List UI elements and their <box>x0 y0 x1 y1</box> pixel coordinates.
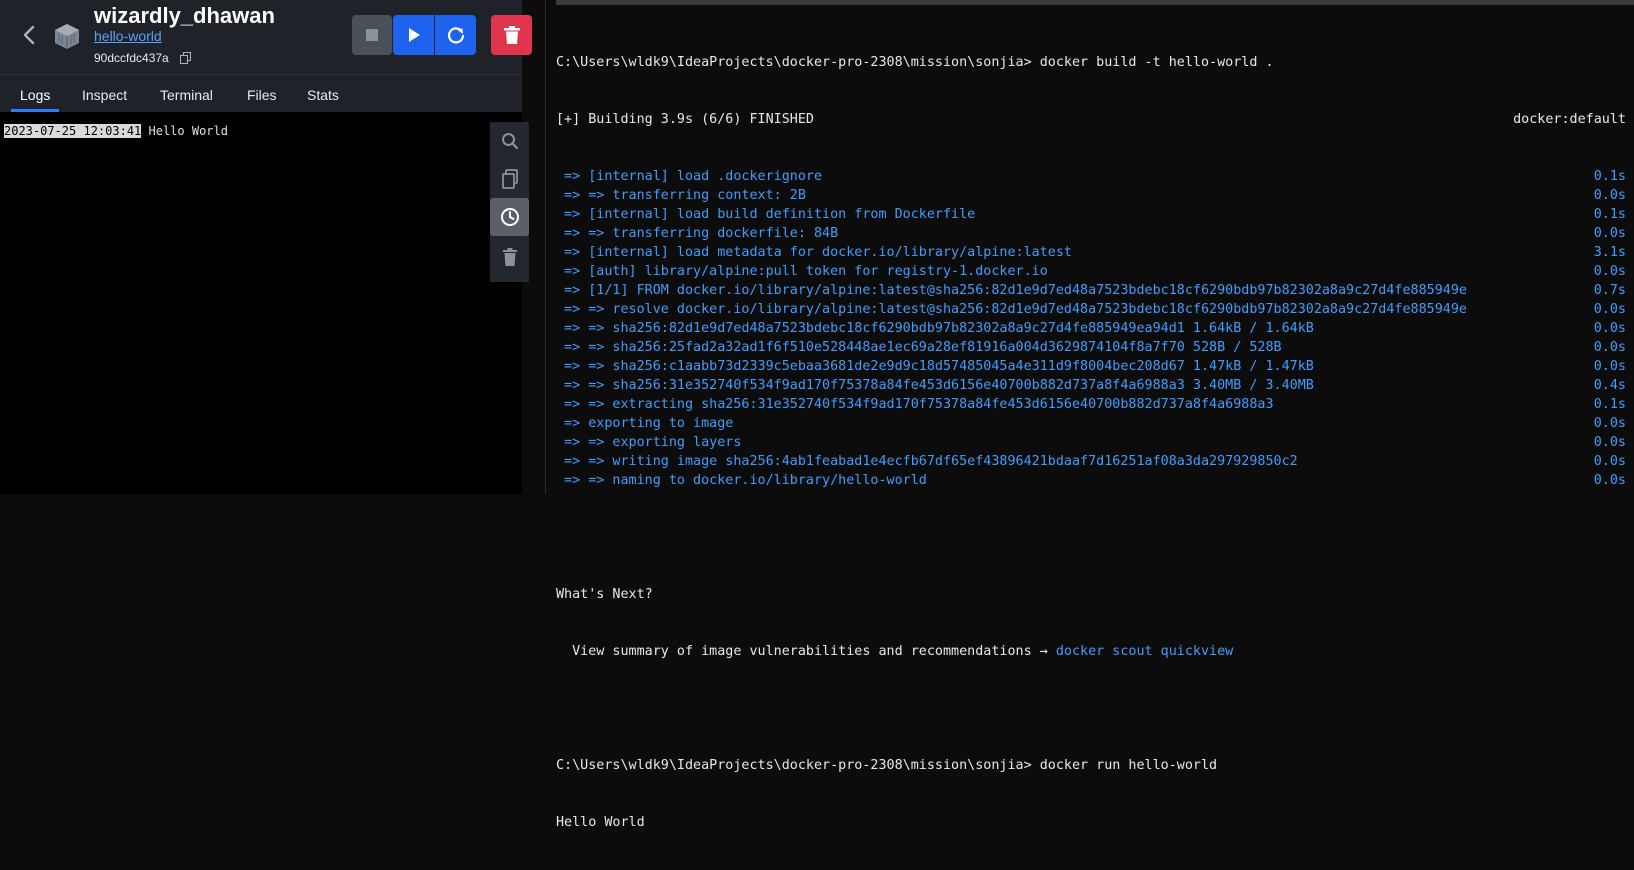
trash-icon <box>503 26 520 44</box>
scout-command: docker scout quickview <box>1055 644 1234 659</box>
copy-icon[interactable] <box>180 51 191 64</box>
whats-next-heading: What's Next? <box>556 587 653 602</box>
build-context: docker:default <box>1513 112 1626 127</box>
build-step-text: => => extracting sha256:31e352740f534f9a… <box>556 397 1274 412</box>
container-name: wizardly_dhawan <box>94 3 275 28</box>
build-step-line: => => resolve docker.io/library/alpine:l… <box>556 300 1626 319</box>
build-step-time: 0.0s <box>1593 340 1626 355</box>
build-step-time: 0.0s <box>1593 188 1626 203</box>
build-step-line: => => sha256:31e352740f534f9ad170f75378a… <box>556 376 1626 395</box>
build-header: [+] Building 3.9s (6/6) FINISHED <box>556 112 814 127</box>
build-step-time: 0.1s <box>1593 169 1626 184</box>
build-step-time: 0.0s <box>1593 226 1626 241</box>
search-icon[interactable] <box>490 122 529 160</box>
tab-inspect[interactable]: Inspect <box>82 87 127 103</box>
tab-logs[interactable]: Logs <box>20 87 50 103</box>
build-step-line: => => sha256:25fad2a32ad1f6f510e528448ae… <box>556 338 1626 357</box>
build-header-line: [+] Building 3.9s (6/6) FINISHED docker:d… <box>556 110 1626 129</box>
build-step-text: => => transferring dockerfile: 84B <box>556 226 839 241</box>
build-step-text: => => sha256:25fad2a32ad1f6f510e528448ae… <box>556 340 1282 355</box>
build-step-line: => [internal] load build definition from… <box>556 205 1626 224</box>
view-summary-line: View summary of image vulnerabilities an… <box>556 642 1626 661</box>
build-step-time: 0.0s <box>1593 473 1626 488</box>
build-step-time: 0.0s <box>1593 264 1626 279</box>
build-step-line: => => extracting sha256:31e352740f534f9a… <box>556 395 1626 414</box>
terminal-prompt: C:\Users\wldk9\IdeaProjects\docker-pro-2… <box>556 758 1218 773</box>
terminal-prompt: C:\Users\wldk9\IdeaProjects\docker-pro-2… <box>556 55 1274 70</box>
log-message: Hello World <box>141 124 228 138</box>
tab-files[interactable]: Files <box>247 87 277 103</box>
restart-icon <box>447 27 464 44</box>
build-step-time: 3.1s <box>1593 245 1626 260</box>
build-step-text: => => sha256:c1aabb73d2339c5ebaa3681de2e… <box>556 359 1314 374</box>
build-step-text: => [internal] load metadata for docker.i… <box>556 245 1072 260</box>
run-output: Hello World <box>556 815 645 830</box>
copy-icon[interactable] <box>490 160 529 198</box>
build-step-line: => [internal] load metadata for docker.i… <box>556 243 1626 262</box>
build-step-text: => [1/1] FROM docker.io/library/alpine:l… <box>556 283 1467 298</box>
log-toolbar <box>490 122 529 282</box>
build-steps: => [internal] load .dockerignore 0.1s => … <box>556 167 1626 490</box>
build-step-time: 0.0s <box>1593 302 1626 317</box>
build-step-text: => => sha256:82d1e9d7ed48a7523bdebc18cf6… <box>556 321 1314 336</box>
build-step-time: 0.1s <box>1593 207 1626 222</box>
container-header: wizardly_dhawan hello-world 90dccfdc437a <box>0 0 532 74</box>
build-step-time: 0.0s <box>1593 454 1626 469</box>
tab-terminal[interactable]: Terminal <box>160 87 213 103</box>
build-step-text: => => naming to docker.io/library/hello-… <box>556 473 927 488</box>
delete-button[interactable] <box>491 15 532 55</box>
build-step-line: => => sha256:c1aabb73d2339c5ebaa3681de2e… <box>556 357 1626 376</box>
terminal-window[interactable]: C:\Users\wldk9\IdeaProjects\docker-pro-2… <box>546 0 1634 830</box>
back-arrow-icon[interactable] <box>20 23 40 47</box>
build-step-text: => => writing image sha256:4ab1feabad1e4… <box>556 454 1298 469</box>
build-step-line: => exporting to image 0.0s <box>556 414 1626 433</box>
build-step-time: 0.0s <box>1593 321 1626 336</box>
start-button[interactable] <box>393 15 434 55</box>
build-step-line: => => transferring context: 2B 0.0s <box>556 186 1626 205</box>
image-link[interactable]: hello-world <box>94 28 162 44</box>
build-step-time: 0.0s <box>1593 435 1626 450</box>
build-step-time: 0.0s <box>1593 359 1626 374</box>
log-line: 2023-07-25 12:03:41 Hello World <box>4 124 228 138</box>
build-step-text: => => exporting layers <box>556 435 742 450</box>
container-id: 90dccfdc437a <box>94 51 169 65</box>
terminal-scroll-strip <box>556 0 1634 5</box>
build-step-line: => => writing image sha256:4ab1feabad1e4… <box>556 452 1626 471</box>
log-output: 2023-07-25 12:03:41 Hello World <box>0 112 522 494</box>
terminal-output: C:\Users\wldk9\IdeaProjects\docker-pro-2… <box>556 15 1626 870</box>
build-step-line: => => naming to docker.io/library/hello-… <box>556 471 1626 490</box>
clock-icon[interactable] <box>490 198 529 236</box>
build-step-text: => [internal] load .dockerignore <box>556 169 823 184</box>
build-step-line: => => exporting layers 0.0s <box>556 433 1626 452</box>
build-step-text: => [auth] library/alpine:pull token for … <box>556 264 1048 279</box>
build-step-line: => [auth] library/alpine:pull token for … <box>556 262 1626 281</box>
restart-button[interactable] <box>435 15 476 55</box>
build-step-text: => => sha256:31e352740f534f9ad170f75378a… <box>556 378 1314 393</box>
build-step-text: => => resolve docker.io/library/alpine:l… <box>556 302 1467 317</box>
play-icon <box>408 28 420 42</box>
tab-stats[interactable]: Stats <box>307 87 339 103</box>
build-step-line: => => transferring dockerfile: 84B 0.0s <box>556 224 1626 243</box>
container-tabs: Logs Inspect Terminal Files Stats <box>0 74 522 113</box>
build-step-time: 0.4s <box>1593 378 1626 393</box>
build-step-text: => => transferring context: 2B <box>556 188 806 203</box>
build-step-line: => => sha256:82d1e9d7ed48a7523bdebc18cf6… <box>556 319 1626 338</box>
view-summary-text: View summary of image vulnerabilities an… <box>556 644 1056 659</box>
build-step-text: => exporting to image <box>556 416 734 431</box>
build-step-line: => [internal] load .dockerignore 0.1s <box>556 167 1626 186</box>
trash-icon[interactable] <box>490 238 529 276</box>
stop-button[interactable] <box>352 15 392 55</box>
container-details-pane: wizardly_dhawan hello-world 90dccfdc437a <box>0 0 532 494</box>
container-cube-icon <box>52 22 82 50</box>
build-step-text: => [internal] load build definition from… <box>556 207 976 222</box>
stop-icon <box>366 29 378 41</box>
build-step-time: 0.7s <box>1593 283 1626 298</box>
log-timestamp: 2023-07-25 12:03:41 <box>4 124 142 138</box>
build-step-line: => [1/1] FROM docker.io/library/alpine:l… <box>556 281 1626 300</box>
build-step-time: 0.1s <box>1593 397 1626 412</box>
build-step-time: 0.0s <box>1593 416 1626 431</box>
